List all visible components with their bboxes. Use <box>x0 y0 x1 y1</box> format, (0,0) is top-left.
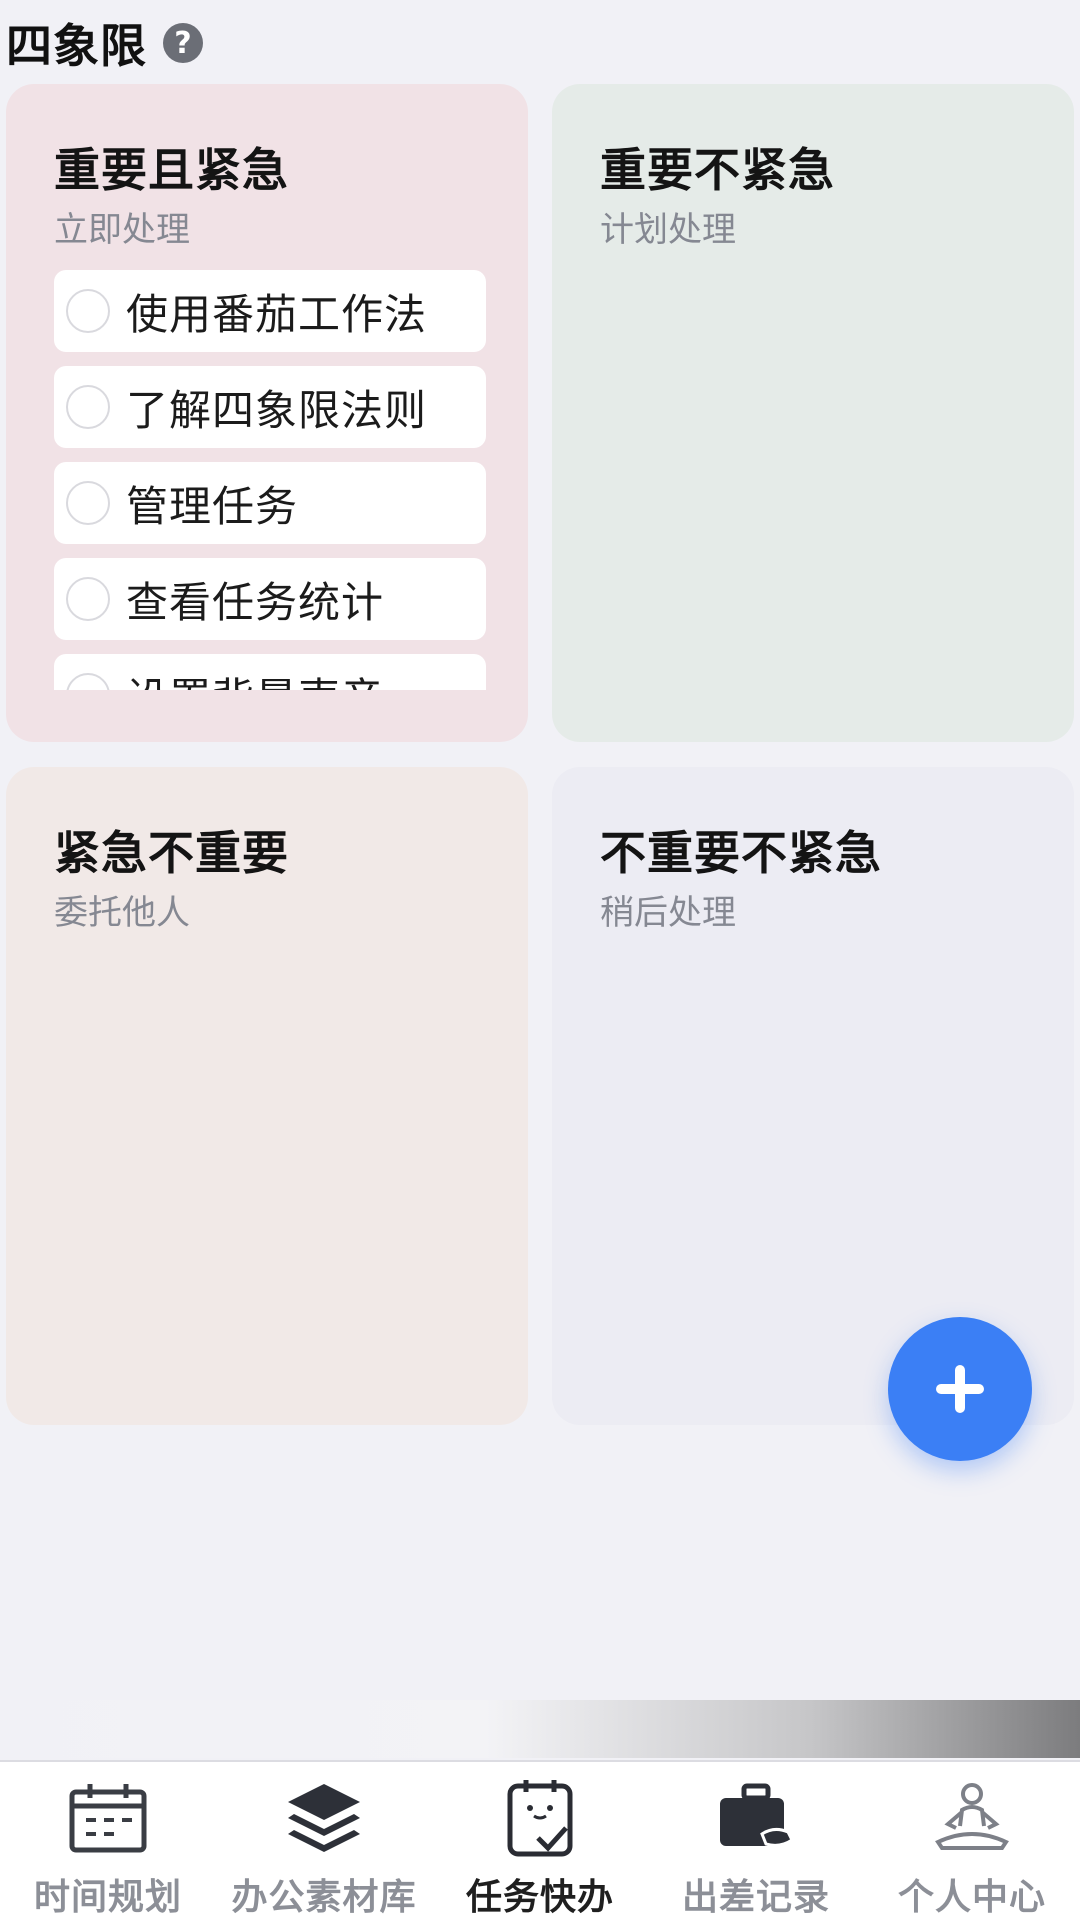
tab-task-quick[interactable]: 任务快办 <box>432 1762 648 1920</box>
app-screen: 四象限 ? 重要且紧急 立即处理 使用番茄工作法 了解四象限法则 管理任务 查看… <box>0 0 1080 1920</box>
task-item[interactable]: 设置背景声音 <box>54 654 486 690</box>
quadrant-important-not-urgent[interactable]: 重要不紧急 计划处理 <box>552 84 1074 742</box>
task-label: 管理任务 <box>126 481 299 531</box>
layers-icon <box>282 1778 366 1858</box>
quadrant-urgent-not-important[interactable]: 紧急不重要 委托他人 <box>6 767 528 1425</box>
tab-personal-center[interactable]: 个人中心 <box>864 1762 1080 1920</box>
tab-label: 时间规划 <box>33 1877 182 1918</box>
task-label: 使用番茄工作法 <box>126 289 428 339</box>
task-label: 了解四象限法则 <box>126 385 428 435</box>
task-label: 查看任务统计 <box>126 577 385 627</box>
add-task-button[interactable] <box>888 1317 1032 1461</box>
task-checkbox[interactable] <box>66 577 110 621</box>
task-checkbox[interactable] <box>66 385 110 429</box>
quadrant-subtitle: 计划处理 <box>600 210 736 250</box>
quadrant-title: 重要不紧急 <box>600 143 835 197</box>
task-item[interactable]: 查看任务统计 <box>54 558 486 640</box>
page-header: 四象限 ? <box>6 14 203 73</box>
task-checkbox[interactable] <box>66 673 110 690</box>
tab-label: 任务快办 <box>465 1877 614 1918</box>
task-checkbox[interactable] <box>66 481 110 525</box>
task-item[interactable]: 管理任务 <box>54 462 486 544</box>
task-label: 设置背景声音 <box>126 665 384 691</box>
tab-time-planning[interactable]: 时间规划 <box>0 1762 216 1920</box>
tab-label: 个人中心 <box>897 1877 1046 1918</box>
quadrant-title: 紧急不重要 <box>54 826 289 880</box>
task-item[interactable]: 了解四象限法则 <box>54 366 486 448</box>
task-list: 使用番茄工作法 了解四象限法则 管理任务 查看任务统计 设置背景声音 <box>54 270 486 690</box>
tab-office-materials[interactable]: 办公素材库 <box>216 1762 432 1920</box>
meditation-person-icon <box>930 1778 1014 1858</box>
page-title: 四象限 <box>6 19 147 73</box>
bottom-tab-bar: 时间规划 办公素材库 任务快办 出差记录 个人中心 <box>0 1760 1080 1920</box>
quadrant-subtitle: 稍后处理 <box>600 893 736 933</box>
task-item[interactable]: 使用番茄工作法 <box>54 270 486 352</box>
quadrant-title: 重要且紧急 <box>54 143 289 197</box>
briefcase-icon <box>714 1778 798 1858</box>
quadrant-subtitle: 立即处理 <box>54 210 190 250</box>
task-checkbox[interactable] <box>66 289 110 333</box>
plus-icon <box>936 1365 984 1413</box>
calendar-icon <box>66 1778 150 1858</box>
quadrant-subtitle: 委托他人 <box>54 893 190 933</box>
tab-label: 办公素材库 <box>231 1877 417 1918</box>
task-check-icon <box>498 1778 582 1858</box>
tab-label: 出差记录 <box>681 1877 830 1918</box>
tab-travel-records[interactable]: 出差记录 <box>648 1762 864 1920</box>
quadrant-important-urgent[interactable]: 重要且紧急 立即处理 使用番茄工作法 了解四象限法则 管理任务 查看任务统计 设… <box>6 84 528 742</box>
question-circle-icon[interactable]: ? <box>163 23 203 63</box>
scroll-shadow-strip <box>0 1700 1080 1758</box>
quadrant-title: 不重要不紧急 <box>600 826 882 880</box>
